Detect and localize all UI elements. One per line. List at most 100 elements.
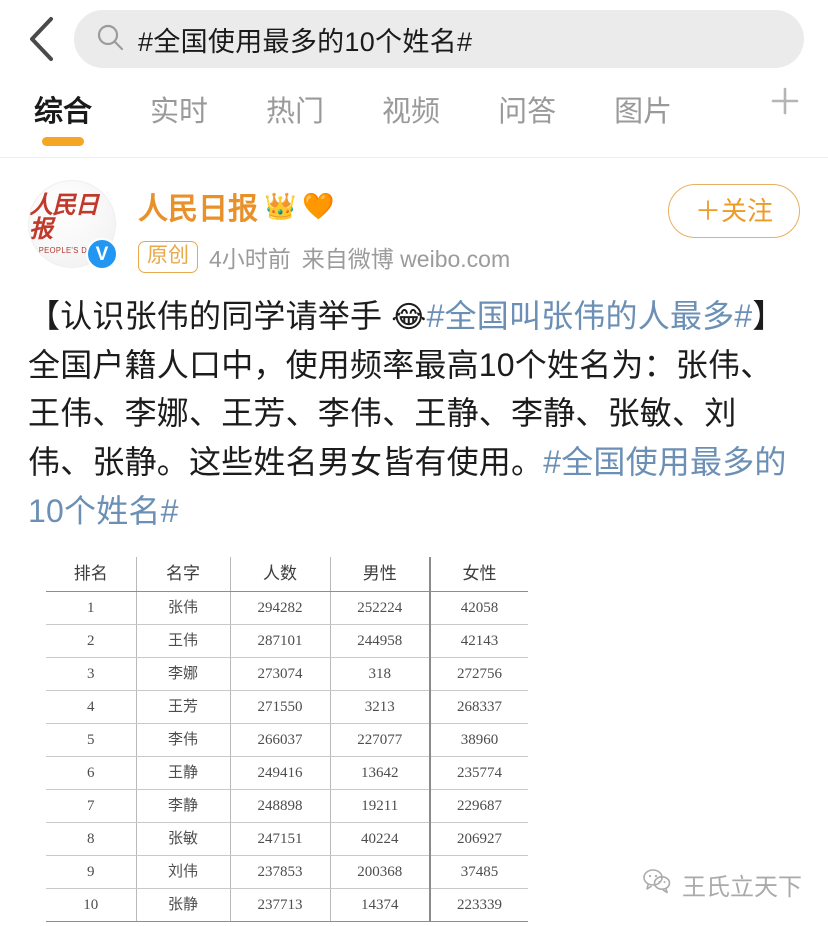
search-bar: #全国使用最多的10个姓名# [0,0,828,78]
cell-male: 3213 [330,690,431,725]
avatar-logo-text-cn: 人民日报 [29,192,99,243]
tab-active-indicator [42,137,84,146]
watermark-label: 王氏立天下 [682,874,802,901]
table-header-male: 男性 [330,557,431,593]
cell-female: 229687 [430,789,528,824]
table-header-count: 人数 [230,557,331,593]
cell-name: 张伟 [136,591,231,626]
cell-male: 318 [330,657,431,692]
cell-name: 王静 [136,756,231,791]
cell-male: 40224 [330,822,431,857]
table-row: 3 李娜 273074 318 272756 [46,657,528,692]
cell-count: 237853 [230,855,331,890]
face-with-tears-of-joy-icon: 😂 [391,301,427,334]
table-row: 7 李静 248898 19211 229687 [46,789,528,824]
table-header-name: 名字 [136,557,231,593]
tab-realtime[interactable]: 实时 [150,78,208,130]
cell-female: 235774 [430,756,528,791]
cell-male: 13642 [330,756,431,791]
cell-name: 张静 [136,888,231,923]
cell-count: 294282 [230,591,331,626]
table-row: 9 刘伟 237853 200368 37485 [46,855,528,890]
cell-count: 271550 [230,690,331,725]
cell-male: 19211 [330,789,431,824]
search-icon [96,23,124,56]
table-header-female: 女性 [430,557,528,593]
tab-comprehensive[interactable]: 综合 [34,78,92,146]
table-row: 10 张静 237713 14374 223339 [46,888,528,923]
cell-rank: 7 [46,789,137,824]
table-row: 6 王静 249416 13642 235774 [46,756,528,791]
cell-female: 268337 [430,690,528,725]
post-text: 【认识张伟的同学请举手 😂#全国叫张伟的人最多#】全国户籍人口中，使用频率最高1… [28,292,800,535]
cell-female: 42058 [430,591,528,626]
table-caption: 公安部户政管理研究中心 制 [46,922,528,926]
post-text-part-0: 【认识张伟的同学请举手 [28,298,392,334]
names-table: 排名 名字 人数 男性 女性 1 张伟 294282 252224 42058 [46,557,528,923]
cell-male: 200368 [330,855,431,890]
cell-name: 张敏 [136,822,231,857]
orange-heart-icon: 🧡 [302,191,335,221]
cell-count: 273074 [230,657,331,692]
plus-icon[interactable] [768,78,802,127]
cell-name: 王伟 [136,624,231,659]
table-row: 4 王芳 271550 3213 268337 [46,690,528,725]
tab-bar: 综合 实时 热门 视频 问答 图片 [0,78,828,158]
tab-video[interactable]: 视频 [382,78,440,130]
cell-name: 李娜 [136,657,231,692]
poster-name[interactable]: 人民日报 [138,184,258,228]
wechat-icon [642,868,672,901]
cell-male: 227077 [330,723,431,758]
cell-name: 李静 [136,789,231,824]
cell-name: 李伟 [136,723,231,758]
cell-rank: 9 [46,855,137,890]
cell-female: 38960 [430,723,528,758]
table-row: 1 张伟 294282 252224 42058 [46,591,528,626]
hashtag-link-1[interactable]: #全国叫张伟的人最多# [427,298,753,334]
cell-count: 237713 [230,888,331,923]
table-row: 2 王伟 287101 244958 42143 [46,624,528,659]
cell-count: 247151 [230,822,331,857]
avatar[interactable]: 人民日报 PEOPLE'S DAILY V [28,180,118,270]
post-meta: 原创 4小时前 来自微博 weibo.com [138,240,800,274]
post-source[interactable]: 来自微博 weibo.com [302,240,510,274]
crown-icon: 👑 [264,191,297,221]
watermark: 王氏立天下 [642,867,802,902]
tab-hot[interactable]: 热门 [266,78,324,130]
tab-label: 视频 [382,96,441,128]
post-card: 人民日报 PEOPLE'S DAILY V 人民日报 👑 🧡 原创 4小时前 来… [0,158,828,926]
back-button[interactable] [14,12,68,66]
table-header-row: 排名 名字 人数 男性 女性 [46,557,528,593]
cell-name: 刘伟 [136,855,231,890]
follow-button[interactable]: ＋关注 [667,184,800,238]
back-chevron-icon [27,16,55,62]
cell-rank: 2 [46,624,137,659]
search-input[interactable]: #全国使用最多的10个姓名# [74,10,804,68]
cell-female: 37485 [430,855,528,890]
cell-rank: 4 [46,690,137,725]
cell-female: 272756 [430,657,528,692]
table-row: 5 李伟 266037 227077 38960 [46,723,528,758]
weibo-search-result-page: #全国使用最多的10个姓名# 综合 实时 热门 视频 问答 图片 人民日报 PE… [0,0,828,926]
cell-rank: 10 [46,888,137,923]
tab-qa[interactable]: 问答 [498,78,556,130]
cell-count: 287101 [230,624,331,659]
table-row: 8 张敏 247151 40224 206927 [46,822,528,857]
cell-female: 206927 [430,822,528,857]
post-header: 人民日报 PEOPLE'S DAILY V 人民日报 👑 🧡 原创 4小时前 来… [28,158,800,274]
original-badge: 原创 [138,241,198,273]
cell-female: 42143 [430,624,528,659]
cell-rank: 6 [46,756,137,791]
cell-rank: 3 [46,657,137,692]
table-header-rank: 排名 [46,557,137,593]
cell-rank: 1 [46,591,137,626]
verified-badge-icon: V [86,238,118,270]
cell-name: 王芳 [136,690,231,725]
cell-count: 248898 [230,789,331,824]
cell-rank: 5 [46,723,137,758]
tab-label: 实时 [150,96,209,128]
tab-image[interactable]: 图片 [614,78,672,130]
tab-label: 热门 [266,96,325,128]
post-image-table[interactable]: 排名 名字 人数 男性 女性 1 张伟 294282 252224 42058 [46,557,546,926]
tab-label: 问答 [498,96,557,128]
